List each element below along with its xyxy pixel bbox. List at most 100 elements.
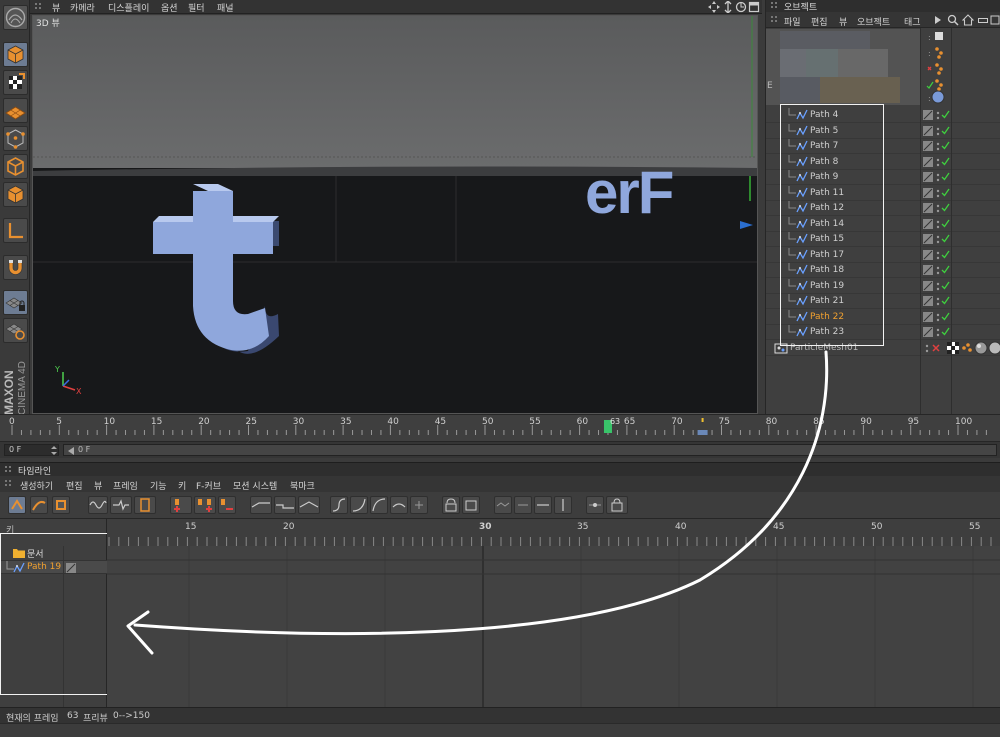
spline-break-button[interactable]: [410, 496, 428, 514]
spline-tag-icon: [923, 327, 933, 340]
delete-key-button[interactable]: [218, 496, 236, 514]
enabled-check-icon[interactable]: [941, 126, 950, 138]
linear-button[interactable]: [274, 496, 296, 514]
timeline-ruler[interactable]: 0 5 10 15 20 25 30 35 40 45 50 55 60 65 70 75 80 85 90 95 10…: [0, 414, 1000, 441]
enabled-check-icon[interactable]: [941, 203, 950, 215]
tl-menu-motion-system[interactable]: 모션 시스템: [233, 479, 277, 492]
enabled-check-icon[interactable]: [941, 172, 950, 184]
more-menu-arrow-icon[interactable]: [935, 16, 941, 27]
3d-viewport[interactable]: t erF 3D 뷰 Y X: [32, 15, 758, 414]
stepper-icon[interactable]: [51, 446, 57, 458]
tl-menu-view[interactable]: 뷰: [94, 479, 102, 492]
model-mode-icon[interactable]: [3, 42, 28, 67]
minimize-icon[interactable]: [977, 14, 989, 29]
timeline-tick-label: 15: [185, 522, 196, 532]
maximize-view-icon[interactable]: [748, 1, 760, 16]
visibility-dots-icon[interactable]: [924, 344, 930, 357]
enabled-check-icon[interactable]: [941, 219, 950, 231]
curve-tool-button[interactable]: [110, 496, 132, 514]
tl-menu-function[interactable]: 기능: [150, 479, 167, 492]
snap-icon[interactable]: [3, 318, 28, 343]
maximize-icon[interactable]: [990, 14, 1000, 29]
disabled-cross-icon[interactable]: [932, 344, 940, 355]
snap-key-button[interactable]: [586, 496, 604, 514]
ease-out-button[interactable]: [298, 496, 320, 514]
enabled-check-icon[interactable]: [941, 281, 950, 293]
enabled-check-icon[interactable]: [941, 141, 950, 153]
motion-mode-button[interactable]: [52, 496, 70, 514]
add-key-button[interactable]: [170, 496, 192, 514]
om-menu-view[interactable]: 뷰: [839, 15, 847, 28]
enabled-check-icon[interactable]: [941, 234, 950, 246]
menu-panel[interactable]: 패널: [217, 1, 234, 14]
zero-length-button[interactable]: [534, 496, 552, 514]
key-marker: [701, 418, 704, 422]
lock-key-button[interactable]: [606, 496, 628, 514]
rotate-view-icon[interactable]: [735, 1, 747, 16]
move-view-icon[interactable]: [708, 1, 720, 16]
axis-mode-icon[interactable]: [3, 218, 28, 243]
tl-menu-frame[interactable]: 프레임: [113, 479, 138, 492]
enabled-check-icon[interactable]: [941, 265, 950, 277]
enabled-check-icon[interactable]: [941, 157, 950, 169]
spline-in-button[interactable]: [350, 496, 368, 514]
lock-workplane-icon[interactable]: [3, 290, 28, 315]
grip-icon[interactable]: [4, 479, 14, 492]
menu-filter[interactable]: 필터: [188, 1, 205, 14]
timeline-graph[interactable]: 15 20 30 35 40 45 50 55: [107, 519, 1000, 707]
magnet-icon[interactable]: [3, 255, 28, 280]
range-slider[interactable]: 0 F: [63, 444, 997, 456]
menu-camera[interactable]: 카메라: [70, 1, 95, 14]
spline-tag-icon: [923, 141, 933, 154]
polygons-mode-icon[interactable]: [3, 182, 28, 207]
spline-s-button[interactable]: [330, 496, 348, 514]
ruler-tick-label: 35: [340, 417, 351, 427]
menu-display[interactable]: 디스플레이: [108, 1, 149, 14]
enabled-check-icon[interactable]: [941, 110, 950, 122]
vertical-tangent-button[interactable]: [554, 496, 572, 514]
zoom-view-icon[interactable]: [722, 0, 734, 16]
enabled-check-icon[interactable]: [941, 296, 950, 308]
grip-icon[interactable]: [770, 15, 780, 28]
spline-step-button[interactable]: [390, 496, 408, 514]
tl-menu-edit[interactable]: 편집: [66, 479, 83, 492]
cinema-logo-icon[interactable]: [3, 5, 28, 30]
tl-menu-key[interactable]: 키: [178, 479, 186, 492]
enabled-check-icon[interactable]: [941, 327, 950, 339]
slider-left-arrow-icon[interactable]: [68, 447, 74, 458]
om-menu-tag[interactable]: 태그: [904, 15, 921, 28]
start-frame-field[interactable]: 0 F: [4, 444, 59, 456]
menu-options[interactable]: 옵션: [161, 1, 178, 14]
edges-mode-icon[interactable]: [3, 154, 28, 179]
fcurve-mode-button[interactable]: [30, 496, 48, 514]
om-menu-file[interactable]: 파일: [784, 15, 801, 28]
spline-out-button[interactable]: [370, 496, 388, 514]
grip-icon[interactable]: [34, 2, 44, 12]
maxon-logo-text: MAXON: [2, 370, 16, 415]
ease-in-button[interactable]: [250, 496, 272, 514]
enabled-check-icon[interactable]: [941, 312, 950, 324]
menu-view[interactable]: 뷰: [52, 1, 60, 14]
viewport-menubar: 뷰 카메라 디스플레이 옵션 필터 패널: [30, 0, 762, 14]
break-tangent-button[interactable]: [494, 496, 512, 514]
zero-angle-button[interactable]: [514, 496, 532, 514]
wave-tool-button[interactable]: [88, 496, 108, 514]
lock-time-button[interactable]: [462, 496, 480, 514]
add-multiple-keys-button[interactable]: [194, 496, 216, 514]
home-icon[interactable]: [961, 14, 975, 29]
tl-menu-create[interactable]: 생성하기: [20, 479, 53, 492]
ruler-tick-label: 45: [435, 417, 446, 427]
search-icon[interactable]: [947, 14, 959, 29]
workplane-icon[interactable]: [3, 98, 28, 123]
enabled-check-icon[interactable]: [941, 250, 950, 262]
texture-mode-icon[interactable]: [3, 70, 28, 95]
om-menu-object[interactable]: 오브젝트: [857, 15, 890, 28]
tl-menu-fcurve[interactable]: F-커브: [196, 479, 221, 492]
lock-value-button[interactable]: [442, 496, 460, 514]
points-mode-icon[interactable]: [3, 126, 28, 151]
tl-menu-bookmark[interactable]: 북마크: [290, 479, 315, 492]
om-menu-edit[interactable]: 편집: [811, 15, 828, 28]
enabled-check-icon[interactable]: [941, 188, 950, 200]
range-tool-button[interactable]: [134, 496, 156, 514]
key-mode-button[interactable]: [8, 496, 26, 514]
